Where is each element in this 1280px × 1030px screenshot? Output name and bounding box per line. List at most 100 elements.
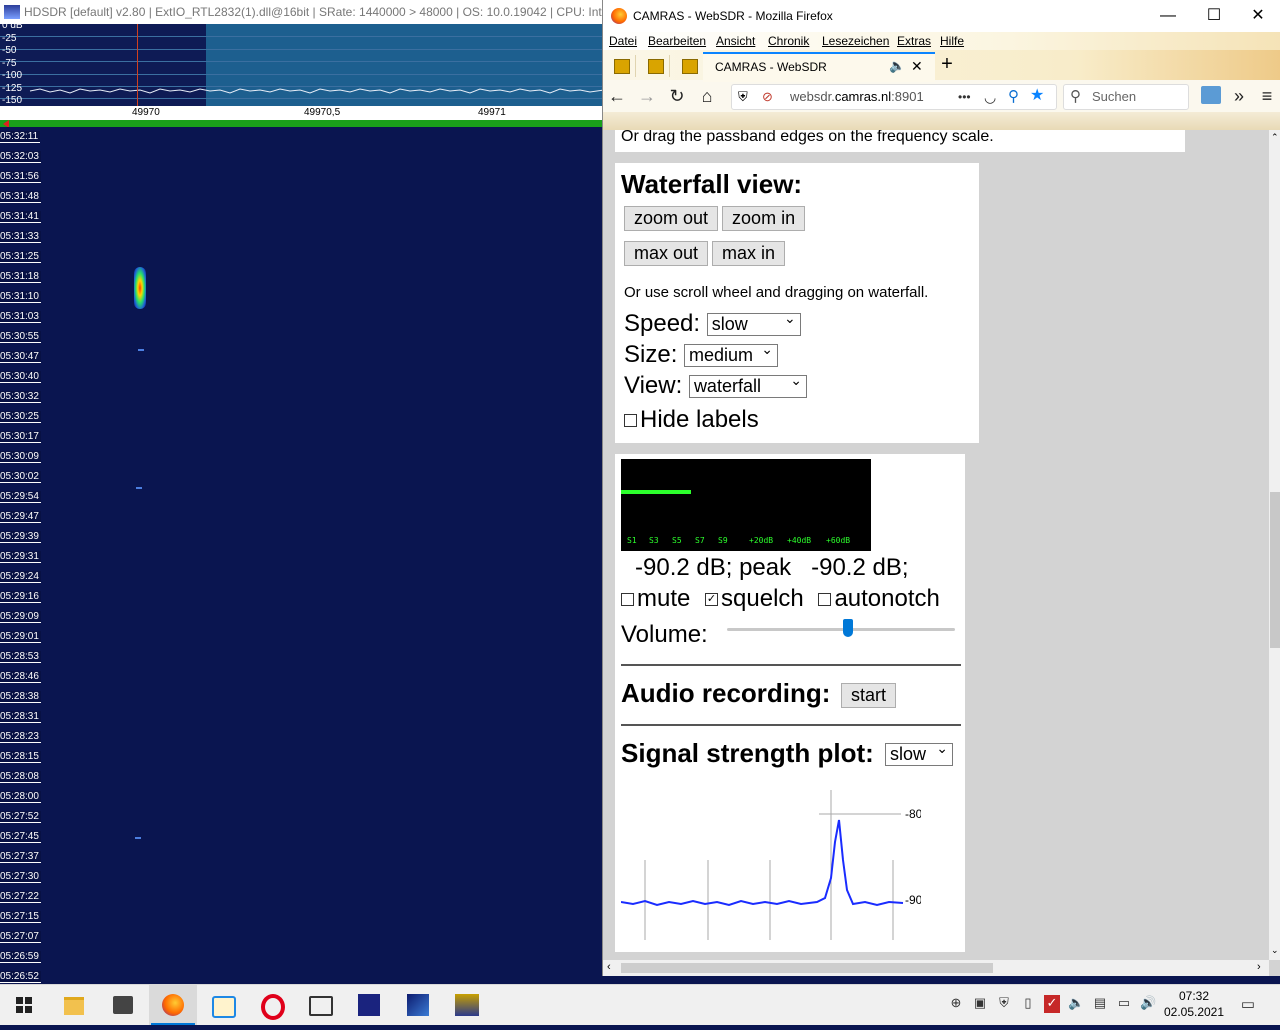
squelch-checkbox[interactable]: ✓ — [705, 593, 719, 607]
menu-chronik[interactable]: Chronik — [768, 34, 809, 48]
hide-labels-checkbox[interactable] — [624, 414, 637, 428]
menu-bar: Datei Bearbeiten Ansicht Chronik Lesezei… — [603, 32, 1280, 50]
zoom-in-button[interactable]: zoom in — [722, 206, 806, 231]
waterfall-timestamp: 05:27:45 — [0, 831, 41, 843]
mute-checkbox[interactable] — [621, 593, 634, 607]
new-tab-button[interactable]: + — [935, 52, 959, 78]
scroll-right-icon[interactable]: › — [1257, 961, 1261, 973]
taskbar-clock[interactable]: 07:32 02.05.2021 — [1162, 988, 1226, 1020]
tray-app-icon[interactable]: ✓ — [1044, 995, 1060, 1013]
tray-shield-icon[interactable]: ⛨ — [996, 995, 1012, 1013]
search-box[interactable]: ⚲ Suchen — [1063, 84, 1189, 110]
reload-button[interactable]: ↻ — [665, 84, 689, 108]
waterfall-hint: Or use scroll wheel and dragging on wate… — [624, 284, 929, 301]
view-select[interactable]: waterfall — [688, 372, 807, 399]
plot-speed-select[interactable]: slow — [885, 740, 953, 766]
spectrum-display[interactable]: 0 dB -25 -50 -75 -100 -125 -150 — [0, 20, 604, 106]
taskbar-screen-tool[interactable] — [296, 985, 344, 1025]
menu-lesezeichen[interactable]: Lesezeichen — [822, 34, 889, 48]
waterfall-display[interactable] — [0, 127, 604, 984]
app-menu-button[interactable]: ≡ — [1255, 84, 1279, 108]
record-start-button[interactable]: start — [841, 683, 897, 708]
pinned-tab[interactable] — [641, 55, 670, 77]
frequency-marker[interactable] — [137, 24, 138, 106]
minimize-button[interactable]: — — [1145, 0, 1191, 32]
firefox-title-bar[interactable]: CAMRAS - WebSDR - Mozilla Firefox — ☐ ✕ — [603, 0, 1280, 32]
search-icon[interactable]: ⚲ — [1008, 85, 1019, 109]
tab-camras-websdr[interactable]: CAMRAS - WebSDR 🔈 ✕ — [703, 52, 935, 82]
volume-slider[interactable] — [727, 619, 955, 637]
close-window-button[interactable]: ✕ — [1235, 0, 1280, 32]
scroll-up-icon[interactable]: ⌃ — [1271, 132, 1279, 143]
pinned-tab[interactable] — [607, 55, 636, 77]
scroll-down-icon[interactable]: ⌄ — [1271, 945, 1279, 956]
url-bar[interactable]: ⛨ ⊘ websdr.camras.nl:8901 ••• ◡ ⚲ ★ — [731, 84, 1057, 110]
tray-volume-icon[interactable]: 🔊 — [1140, 995, 1156, 1013]
tuning-bar[interactable] — [0, 120, 604, 128]
menu-datei[interactable]: Datei — [609, 34, 637, 48]
waterfall-timestamp: 05:31:33 — [0, 231, 41, 243]
s-meter-scale-label: S3 — [649, 536, 659, 545]
tab-audio-icon[interactable]: 🔈 — [889, 58, 905, 74]
taskbar-hdsdr[interactable] — [443, 985, 491, 1025]
hdsdr-title-bar[interactable]: HDSDR [default] v2.80 | ExtIO_RTL2832(1)… — [0, 0, 604, 24]
waterfall-timestamp: 05:31:25 — [0, 251, 41, 263]
tray-monitor-icon[interactable]: ▤ — [1092, 995, 1108, 1013]
overflow-button[interactable]: » — [1227, 84, 1251, 108]
tab-close-icon[interactable]: ✕ — [911, 58, 923, 75]
taskbar-media[interactable] — [198, 985, 246, 1025]
tray-speaker-icon[interactable]: 🔈 — [1068, 995, 1084, 1013]
mute-label: mute — [637, 585, 691, 612]
speed-select[interactable]: slow — [706, 310, 801, 337]
tray-display-icon[interactable]: ▣ — [972, 995, 988, 1013]
waterfall-timestamp: 05:30:32 — [0, 391, 41, 403]
start-button[interactable] — [0, 985, 48, 1025]
waterfall-timestamp: 05:28:31 — [0, 711, 41, 723]
taskbar-firefox[interactable] — [149, 985, 197, 1025]
clock-date: 02.05.2021 — [1163, 1005, 1225, 1019]
taskbar-sdr-app[interactable] — [345, 985, 393, 1025]
action-center-icon[interactable]: ▭ — [1240, 995, 1256, 1013]
volume-thumb[interactable] — [843, 619, 853, 637]
horizontal-scroll-thumb[interactable] — [621, 963, 993, 973]
pocket-icon[interactable]: ◡ — [984, 85, 996, 109]
volume-label: Volume: — [621, 621, 708, 648]
shield-icon[interactable]: ⛨ — [738, 85, 748, 109]
taskbar-opera[interactable] — [247, 985, 295, 1025]
autonotch-checkbox[interactable] — [818, 593, 832, 607]
vertical-scrollbar[interactable]: ⌃ ⌄ — [1269, 130, 1280, 960]
scroll-left-icon[interactable]: ‹ — [607, 961, 611, 973]
menu-bearbeiten[interactable]: Bearbeiten — [648, 34, 706, 48]
zoom-out-button[interactable]: zoom out — [624, 206, 719, 231]
home-button[interactable]: ⌂ — [695, 84, 719, 108]
page-actions-button[interactable]: ••• — [958, 85, 971, 109]
maximize-button[interactable]: ☐ — [1191, 0, 1237, 32]
menu-extras[interactable]: Extras — [897, 34, 931, 48]
passband-box: Or drag the passband edges on the freque… — [615, 130, 1185, 152]
waterfall-timestamp: 05:30:40 — [0, 371, 41, 383]
tray-network-icon[interactable]: ⊕ — [948, 995, 964, 1013]
frequency-scale[interactable]: 49970 49970,5 49971 — [0, 106, 604, 120]
pinned-tab[interactable] — [675, 55, 704, 77]
max-out-button[interactable]: max out — [624, 241, 709, 266]
vertical-scroll-thumb[interactable] — [1270, 492, 1280, 648]
insecure-lock-icon[interactable]: ⊘ — [762, 85, 773, 109]
taskbar-sdr-app-2[interactable] — [394, 985, 442, 1025]
waterfall-timestamp: 05:30:09 — [0, 451, 41, 463]
bookmark-star-icon[interactable]: ★ — [1030, 84, 1044, 108]
db-label: 0 dB — [2, 20, 23, 31]
size-select[interactable]: medium — [684, 341, 779, 368]
horizontal-scrollbar[interactable]: ‹ › — [603, 960, 1269, 976]
mail-notification-icon[interactable] — [1201, 86, 1221, 104]
back-button[interactable]: ← — [605, 84, 629, 108]
forward-button[interactable]: → — [635, 84, 659, 108]
waterfall-timestamp: 05:31:56 — [0, 171, 41, 183]
tray-usb-icon[interactable]: ▯ — [1020, 995, 1036, 1013]
freq-label: 49970 — [132, 107, 160, 118]
taskbar-explorer[interactable] — [50, 985, 98, 1025]
taskbar-store[interactable] — [99, 985, 147, 1025]
menu-hilfe[interactable]: Hilfe — [940, 34, 964, 48]
max-in-button[interactable]: max in — [712, 241, 786, 266]
menu-ansicht[interactable]: Ansicht — [716, 34, 755, 48]
tray-ethernet-icon[interactable]: ▭ — [1116, 995, 1132, 1013]
